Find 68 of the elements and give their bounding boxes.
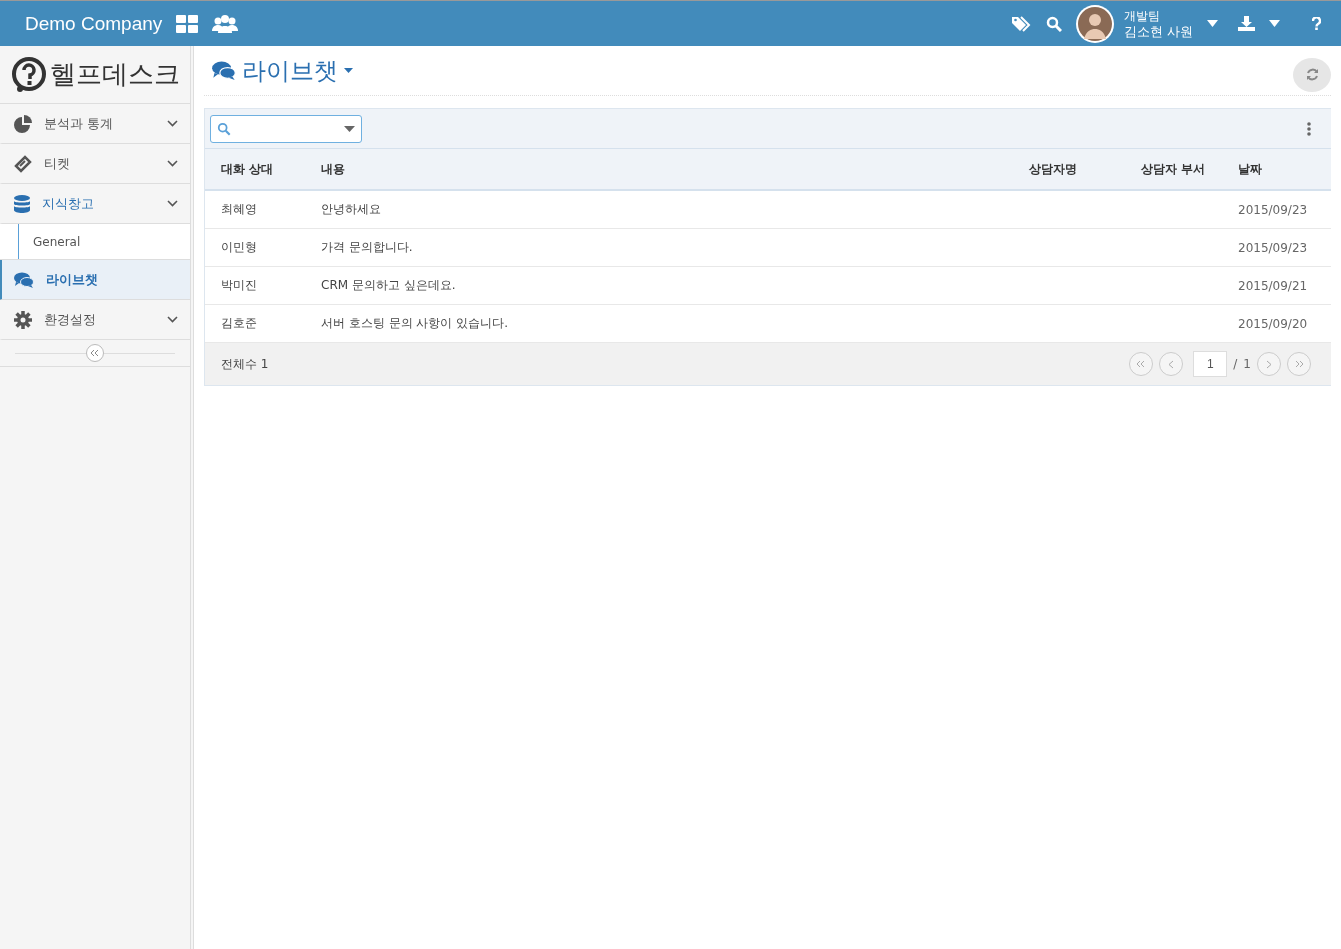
table-cell: 최혜영 <box>205 190 320 229</box>
chat-icon <box>14 271 34 288</box>
chevron-down-icon <box>167 200 178 207</box>
collapse-sidebar-button[interactable] <box>86 344 104 362</box>
sidebar-item-label: 라이브챗 <box>46 270 99 289</box>
table-cell: 가격 문의합니다. <box>320 228 1028 267</box>
chevron-down-icon <box>167 120 178 127</box>
user-name[interactable]: 김소현 사원 <box>1123 23 1193 39</box>
table-cell: 2015/09/20 <box>1237 304 1331 343</box>
caret-icon[interactable] <box>1207 20 1218 27</box>
total-count: 전체수 1 <box>221 355 269 373</box>
settings-icon <box>14 310 32 329</box>
table-cell: 안녕하세요 <box>320 190 1028 229</box>
column-header[interactable]: 대화 상대 <box>205 149 320 190</box>
app-logo-text: 헬프데스크 <box>50 58 180 91</box>
chevron-down-icon <box>167 316 178 323</box>
table-cell: 박미진 <box>205 266 320 305</box>
users-icon[interactable] <box>212 14 239 33</box>
table-cell: 2015/09/21 <box>1237 266 1331 305</box>
chevron-down-icon <box>167 160 178 167</box>
help-icon[interactable] <box>1312 17 1321 30</box>
help-headset-icon <box>10 55 48 94</box>
sidebar-item-label: 티켓 <box>44 154 71 173</box>
sidebar-subitem[interactable]: General <box>0 224 190 260</box>
download-icon[interactable] <box>1238 16 1255 31</box>
page-number-field[interactable]: 1 <box>1193 351 1228 377</box>
database-icon <box>14 194 30 213</box>
chat-icon <box>212 61 236 80</box>
user-team: 개발팀 <box>1123 8 1161 24</box>
tags-icon[interactable] <box>1011 15 1032 32</box>
caret-icon[interactable] <box>344 125 355 132</box>
grid-icon[interactable] <box>176 14 199 33</box>
refresh-icon <box>1305 68 1319 81</box>
search-icon[interactable] <box>1045 15 1062 32</box>
double-chevron-left-icon <box>90 349 100 357</box>
chevron-left-icon <box>1168 359 1175 369</box>
sidebar-item[interactable]: 티켓 <box>0 144 190 184</box>
column-header[interactable]: 내용 <box>320 149 1028 190</box>
company-name[interactable]: Demo Company <box>25 12 163 35</box>
chevron-right-icon <box>1266 359 1272 369</box>
page-title[interactable]: 라이브챗 <box>242 54 338 87</box>
page-separator: / <box>1233 357 1238 371</box>
page-count: 1 <box>1243 357 1251 371</box>
double-chevron-right-icon <box>1294 360 1304 368</box>
refresh-button[interactable] <box>1293 57 1331 92</box>
column-header[interactable]: 상담자명 <box>1028 149 1140 190</box>
sidebar-item[interactable]: 라이브챗 <box>0 260 190 300</box>
sidebar-item-label: 분석과 통계 <box>44 114 115 133</box>
search-icon <box>217 121 231 136</box>
caret-icon[interactable] <box>1269 20 1280 27</box>
pie-chart-icon <box>14 114 32 133</box>
caret-icon[interactable] <box>344 68 353 73</box>
search-field[interactable] <box>210 114 362 143</box>
table-cell: 서버 호스팅 문의 사항이 있습니다. <box>320 304 1028 343</box>
table-cell: CRM 문의하고 싶은데요. <box>320 266 1028 305</box>
column-header[interactable]: 날짜 <box>1237 149 1331 190</box>
double-chevron-left-icon <box>1136 360 1147 368</box>
table-cell: 이민형 <box>205 228 320 267</box>
avatar-silhouette[interactable] <box>1075 4 1114 43</box>
table-cell: 김호준 <box>205 304 320 343</box>
column-header[interactable]: 상담자 부서 <box>1140 149 1237 190</box>
table-cell: 2015/09/23 <box>1237 228 1331 267</box>
sidebar-item-label: 지식창고 <box>42 194 95 213</box>
ticket-icon <box>14 154 32 173</box>
sidebar-item[interactable]: 분석과 통계 <box>0 104 190 144</box>
table-cell: 2015/09/23 <box>1237 190 1331 229</box>
sidebar-item-label: 환경설정 <box>44 310 97 329</box>
more-options-icon[interactable] <box>1307 121 1311 136</box>
